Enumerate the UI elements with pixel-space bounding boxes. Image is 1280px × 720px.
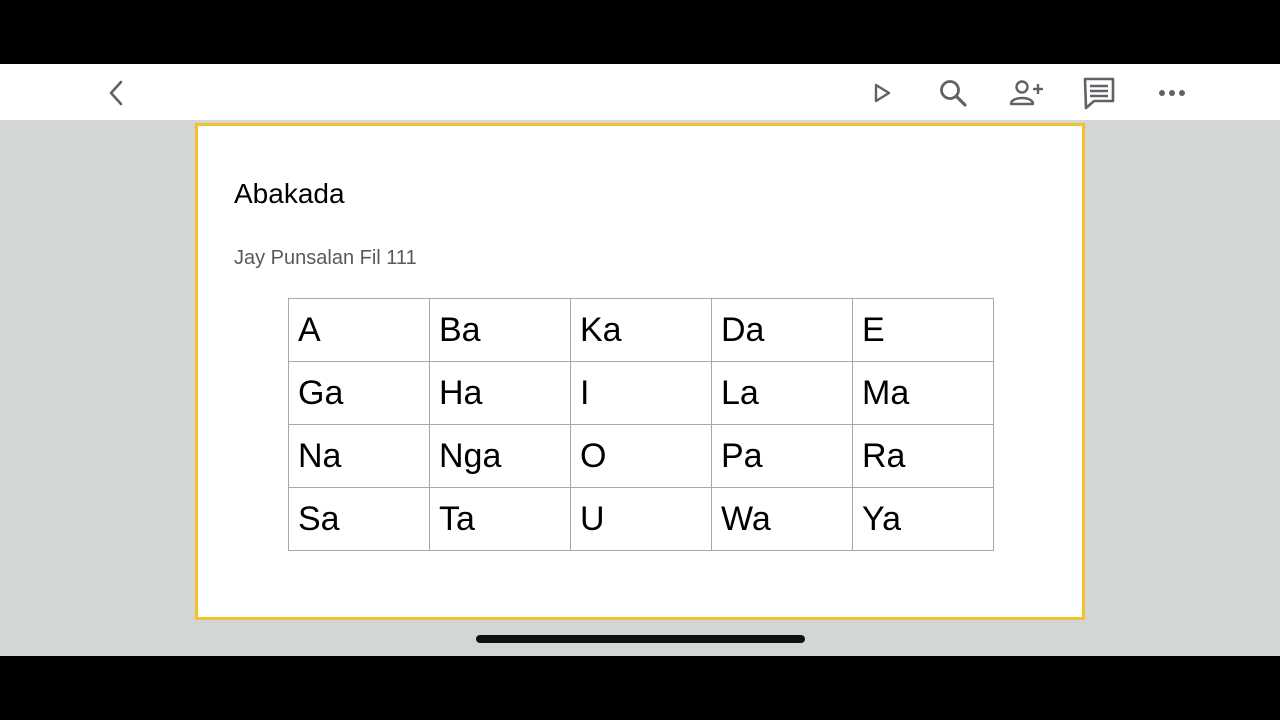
table-cell: Da (711, 298, 853, 362)
table-row: Ga Ha I La Ma (288, 361, 994, 425)
table-cell: Ya (852, 487, 994, 551)
table-cell: I (570, 361, 712, 425)
table-cell: U (570, 487, 712, 551)
present-button[interactable] (858, 64, 906, 121)
table-cell: E (852, 298, 994, 362)
letterbox-top (0, 0, 1280, 64)
chevron-left-icon (105, 79, 129, 107)
comment-icon (1082, 76, 1116, 110)
table-cell: Ma (852, 361, 994, 425)
table-cell: Nga (429, 424, 571, 488)
table-cell: Pa (711, 424, 853, 488)
letterbox-bottom (0, 656, 1280, 720)
table-cell: Ha (429, 361, 571, 425)
search-icon (938, 78, 968, 108)
slide[interactable]: Abakada Jay Punsalan Fil 111 A Ba Ka Da E Ga H… (195, 123, 1085, 620)
table-cell: Ga (288, 361, 430, 425)
table-row: Sa Ta U Wa Ya (288, 487, 994, 551)
table-cell: A (288, 298, 430, 362)
table-cell: Na (288, 424, 430, 488)
add-person-icon (1007, 78, 1045, 108)
syllable-table: A Ba Ka Da E Ga Ha I La Ma Na Nga O Pa Ra Sa Ta U Wa Ya (288, 298, 994, 551)
comments-button[interactable] (1075, 64, 1123, 121)
more-button[interactable] (1148, 64, 1196, 121)
table-cell: Ka (570, 298, 712, 362)
table-cell: Ba (429, 298, 571, 362)
slide-subtitle: Jay Punsalan Fil 111 (234, 247, 417, 269)
more-horizontal-icon (1157, 88, 1187, 98)
table-cell: O (570, 424, 712, 488)
top-toolbar (0, 64, 1280, 121)
table-cell: Sa (288, 487, 430, 551)
table-cell: Wa (711, 487, 853, 551)
play-icon (871, 81, 893, 105)
search-button[interactable] (929, 64, 977, 121)
slide-title: Abakada (234, 178, 345, 209)
table-cell: La (711, 361, 853, 425)
home-indicator (476, 635, 805, 643)
table-row: A Ba Ka Da E (288, 298, 994, 362)
share-button[interactable] (1002, 64, 1050, 121)
table-cell: Ta (429, 487, 571, 551)
table-row: Na Nga O Pa Ra (288, 424, 994, 488)
table-cell: Ra (852, 424, 994, 488)
back-button[interactable] (93, 64, 141, 121)
